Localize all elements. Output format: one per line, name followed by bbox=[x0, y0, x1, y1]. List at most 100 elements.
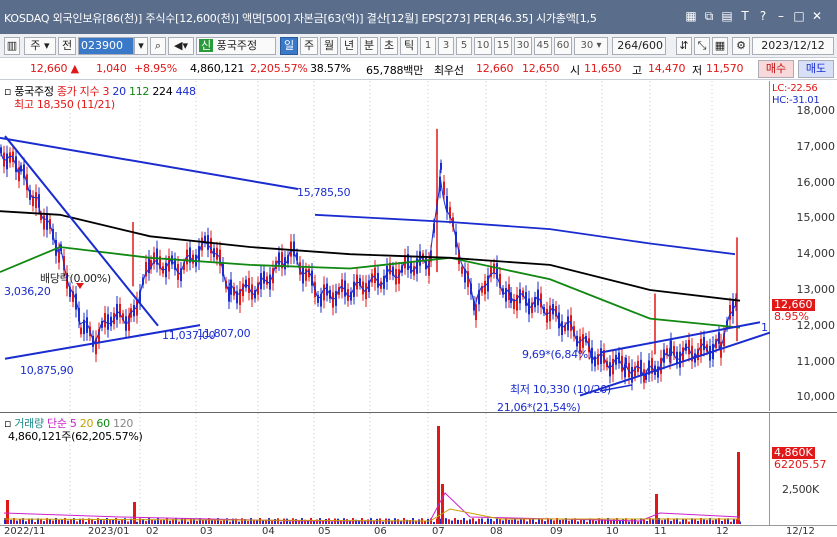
volume-bar bbox=[175, 518, 177, 524]
volume-bar bbox=[16, 520, 18, 524]
interval-45[interactable]: 45 bbox=[534, 37, 552, 55]
draw-tool-icon[interactable]: ⤡ bbox=[694, 37, 710, 55]
high-note: 최고 18,350 (11/21) bbox=[14, 98, 115, 111]
volume-bar bbox=[562, 519, 564, 524]
date-tick: 12/12 bbox=[786, 526, 815, 537]
period-year[interactable]: 년 bbox=[340, 37, 358, 55]
interval-1[interactable]: 1 bbox=[420, 37, 436, 55]
quote-bar: 12,660 ▲ 1,040 +8.95% 4,860,121 2,205.57… bbox=[0, 58, 837, 80]
volume-bar bbox=[487, 518, 489, 524]
interval-select[interactable]: 30 ▾ bbox=[574, 37, 608, 55]
change-rate: +8.95% bbox=[134, 62, 177, 75]
volume-bar bbox=[490, 518, 492, 524]
volume-bar bbox=[136, 521, 138, 524]
candle-body bbox=[323, 284, 325, 301]
interval-60[interactable]: 60 bbox=[554, 37, 572, 55]
volume-chart-panel[interactable]: ▫ 거래량 단순 5 20 60 120 4,860,121주(62,205.5… bbox=[0, 412, 770, 526]
candle-body bbox=[230, 279, 232, 295]
volume-bar bbox=[559, 520, 561, 524]
sound-icon[interactable]: ◀▾ bbox=[168, 37, 194, 55]
settings-icon[interactable]: ⚙ bbox=[732, 37, 750, 55]
current-price: 12,660 ▲ bbox=[30, 62, 79, 75]
candle-body bbox=[148, 257, 150, 274]
period-day[interactable]: 일 bbox=[280, 37, 298, 55]
volume-bar bbox=[145, 521, 147, 524]
volume-bar bbox=[568, 520, 570, 524]
close-icon[interactable]: ✕ bbox=[810, 9, 824, 23]
date-tick: 04 bbox=[262, 526, 275, 537]
interval-30[interactable]: 30 bbox=[514, 37, 532, 55]
period-month[interactable]: 월 bbox=[320, 37, 338, 55]
volume-bar bbox=[25, 521, 27, 524]
interval-5[interactable]: 5 bbox=[456, 37, 472, 55]
candle-body bbox=[374, 267, 376, 284]
date-tick: 03 bbox=[200, 526, 213, 537]
interval-15[interactable]: 15 bbox=[494, 37, 512, 55]
period-minute[interactable]: 분 bbox=[360, 37, 378, 55]
volume-bar bbox=[517, 520, 519, 524]
annotation-11807: 11,807,00 bbox=[197, 327, 251, 340]
volume-bar bbox=[664, 519, 666, 524]
volume-bar bbox=[670, 520, 672, 524]
volume-rate: 2,205.57% bbox=[250, 62, 308, 75]
volume-bar bbox=[469, 519, 471, 524]
grid-icon[interactable]: ▦ bbox=[684, 9, 698, 23]
volume-rate-tag: 62205.57 bbox=[774, 458, 827, 471]
layout-icon[interactable]: ▦ bbox=[712, 37, 728, 55]
price-chart-canvas[interactable] bbox=[0, 81, 770, 411]
help-icon[interactable]: ? bbox=[756, 9, 770, 23]
count-display[interactable]: 264/600 bbox=[612, 37, 666, 55]
price-chart-panel[interactable]: ▫ 풍국주정 종가 지수 3 20 112 224 448 최고 18,350 … bbox=[0, 81, 770, 414]
chart-type-icon[interactable]: ▥ bbox=[4, 37, 20, 55]
candle-body bbox=[6, 153, 8, 170]
price-axis-tick: 14,000 bbox=[796, 247, 836, 261]
stock-code-input[interactable]: 023900 bbox=[78, 37, 134, 55]
volume-bar bbox=[271, 520, 273, 524]
legend-box-icon: ▫ bbox=[4, 85, 12, 98]
period-tick[interactable]: 틱 bbox=[400, 37, 418, 55]
date-input[interactable]: 2023/12/12 bbox=[752, 37, 834, 55]
low-price: 11,570 bbox=[706, 62, 744, 75]
ma-224-label: 224 bbox=[152, 85, 173, 98]
candle-body bbox=[116, 303, 118, 320]
volume-bar bbox=[721, 520, 723, 524]
date-tick: 09 bbox=[550, 526, 563, 537]
candle-body bbox=[245, 279, 247, 288]
vol-ma-5-line bbox=[3, 492, 741, 522]
interval-10[interactable]: 10 bbox=[474, 37, 492, 55]
volume-bar bbox=[622, 519, 624, 524]
volume-bar bbox=[697, 520, 699, 524]
date-tick: 10 bbox=[606, 526, 619, 537]
volume-bar bbox=[499, 519, 501, 524]
period-week[interactable]: 주 bbox=[300, 37, 318, 55]
compare-icon[interactable]: ⇵ bbox=[676, 37, 692, 55]
period-second[interactable]: 초 bbox=[380, 37, 398, 55]
volume-bar bbox=[10, 519, 12, 524]
sell-button[interactable]: 매도 bbox=[798, 60, 834, 78]
candle-body bbox=[676, 351, 678, 364]
price-axis-tick: 11,000 bbox=[796, 354, 836, 368]
volume-bar bbox=[391, 521, 393, 524]
trade-amount: 65,788백만 bbox=[366, 64, 424, 77]
font-size-icon[interactable]: T bbox=[738, 9, 752, 23]
search-icon[interactable]: ⌕ bbox=[150, 37, 166, 55]
prev-button[interactable]: 전 bbox=[58, 37, 76, 55]
window-list-icon[interactable]: ▤ bbox=[720, 9, 734, 23]
volume-bar bbox=[478, 518, 480, 524]
interval-3[interactable]: 3 bbox=[438, 37, 454, 55]
stock-name-display: 신 풍국주정 bbox=[196, 37, 276, 55]
price-axis: LC:-22.56 HC:-31.01 18,000 17,000 16,000 15… bbox=[770, 81, 837, 411]
volume-bar bbox=[277, 518, 279, 524]
volume-bar bbox=[94, 521, 96, 524]
market-select[interactable]: 주 ▾ bbox=[24, 37, 56, 55]
volume-bar bbox=[229, 521, 231, 524]
minimize-icon[interactable]: – bbox=[774, 9, 788, 23]
maximize-icon[interactable]: □ bbox=[792, 9, 806, 23]
volume-bar bbox=[340, 521, 342, 524]
volume-bar bbox=[289, 521, 291, 524]
volume-bar bbox=[445, 518, 447, 524]
buy-button[interactable]: 매수 bbox=[758, 60, 794, 78]
date-tick: 02 bbox=[146, 526, 159, 537]
link-icon[interactable]: ⧉ bbox=[702, 9, 716, 23]
code-dropdown-icon[interactable]: ▾ bbox=[134, 37, 148, 55]
